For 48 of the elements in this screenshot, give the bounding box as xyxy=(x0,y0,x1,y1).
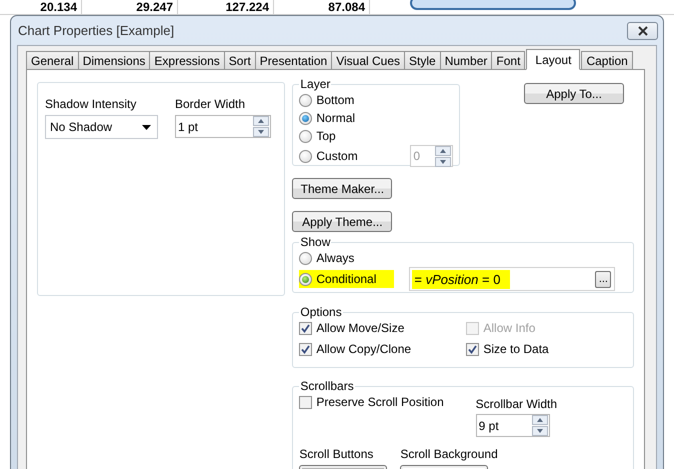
caret-icon xyxy=(142,124,151,130)
spin-up-icon[interactable] xyxy=(253,116,269,126)
theme-button[interactable]: Apply Theme... xyxy=(292,211,392,232)
field-label: Scrollbar Width xyxy=(476,397,557,411)
table-cell: 29.247 xyxy=(136,0,173,14)
tab[interactable]: Layout xyxy=(526,49,580,70)
checkbox[interactable]: Allow Copy/Clone xyxy=(299,342,466,356)
group-title: Scrollbars xyxy=(299,379,355,393)
spin-up-icon[interactable] xyxy=(532,415,548,425)
checkbox[interactable]: Size to Data xyxy=(466,342,627,356)
radio-option[interactable]: Custom xyxy=(299,147,358,165)
tab[interactable]: Font xyxy=(491,51,526,69)
tab[interactable]: Style xyxy=(404,51,441,69)
checkbox[interactable]: Preserve Scroll Position xyxy=(299,395,444,409)
tab[interactable]: Visual Cues xyxy=(331,51,406,69)
table-cell: 127.224 xyxy=(226,0,269,14)
tab[interactable]: Number xyxy=(440,51,492,69)
group-title: Show xyxy=(299,235,332,249)
apply-to-button[interactable]: Apply To... xyxy=(524,83,624,104)
tab[interactable]: Sort xyxy=(224,51,256,69)
radio-option[interactable]: Top xyxy=(299,127,336,145)
spin-down-icon[interactable] xyxy=(532,426,548,436)
group-title: Layer xyxy=(299,77,332,91)
checkbox[interactable]: Allow Move/Size xyxy=(299,321,466,335)
group-title: Options xyxy=(299,305,343,319)
theme-button[interactable]: Theme Maker... xyxy=(292,178,392,199)
tab[interactable]: General xyxy=(26,51,79,69)
dropdown[interactable]: No Shadow xyxy=(45,115,158,139)
radio-option[interactable]: Normal xyxy=(299,109,356,127)
tab[interactable]: Caption xyxy=(581,51,633,69)
browse-button[interactable]: ... xyxy=(595,270,612,288)
radio-option[interactable]: Always xyxy=(299,249,354,267)
tab[interactable]: Expressions xyxy=(149,51,225,69)
close-button[interactable] xyxy=(627,22,658,40)
field-label: Shadow Intensity xyxy=(45,97,138,111)
table-cell: 87.084 xyxy=(328,0,365,14)
table-cell: 20.134 xyxy=(40,0,77,14)
condition-field[interactable]: = vPosition = 0 xyxy=(412,270,510,288)
tab[interactable]: Presentation xyxy=(254,51,332,69)
field-label: Border Width xyxy=(175,97,246,111)
spin-down-icon[interactable] xyxy=(253,127,269,137)
tab[interactable]: Dimensions xyxy=(78,51,150,69)
field-label: Scroll Buttons xyxy=(299,447,374,461)
field-label: Scroll Background xyxy=(400,447,498,461)
close-icon xyxy=(636,26,648,36)
radio-option[interactable]: Conditional xyxy=(299,270,394,288)
window-title: Chart Properties [Example] xyxy=(18,23,174,38)
radio-option[interactable]: Bottom xyxy=(299,91,354,109)
